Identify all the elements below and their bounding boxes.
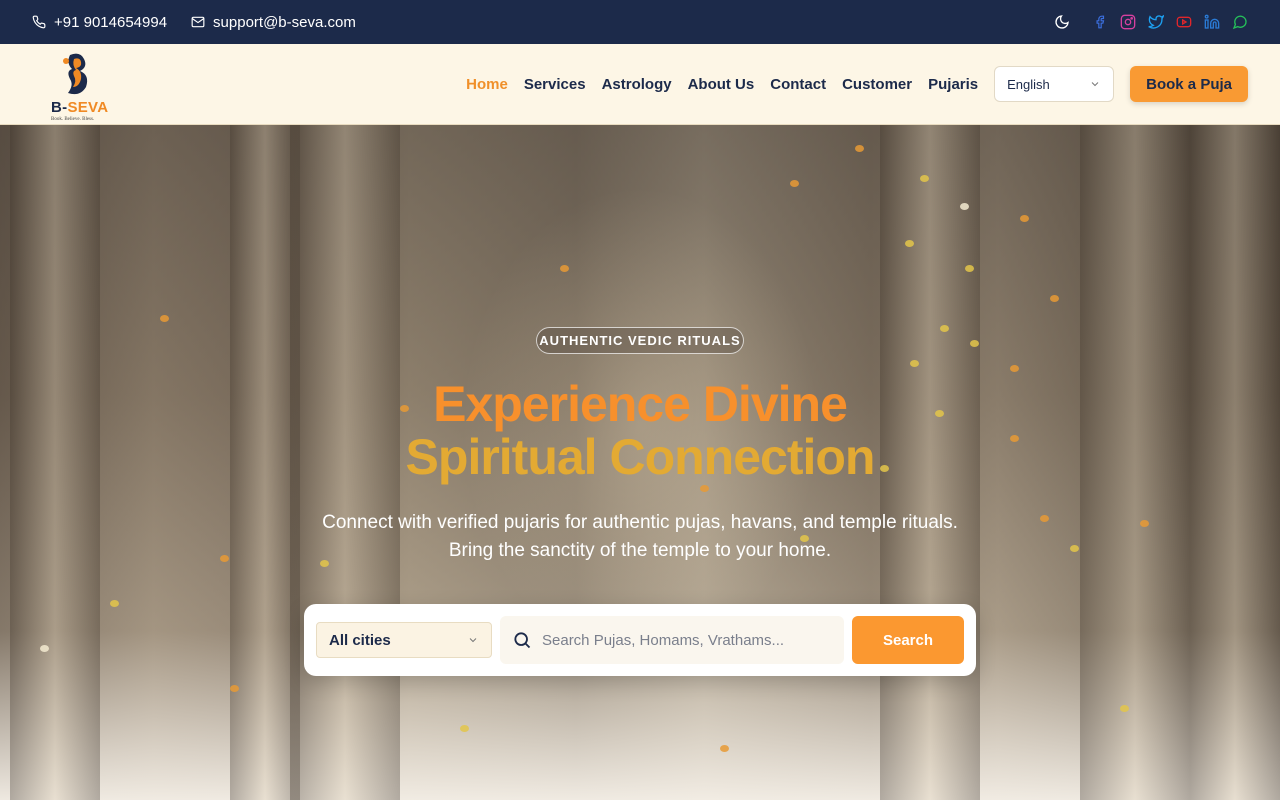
petal-decoration bbox=[1140, 520, 1149, 527]
city-value: All cities bbox=[329, 631, 391, 649]
search-icon bbox=[514, 632, 531, 649]
petal-decoration bbox=[790, 180, 799, 187]
nav-services[interactable]: Services bbox=[524, 76, 586, 93]
petal-decoration bbox=[1010, 365, 1019, 372]
petal-decoration bbox=[940, 325, 949, 332]
search-panel: All cities Search bbox=[304, 604, 976, 676]
petal-decoration bbox=[1020, 215, 1029, 222]
nav-home[interactable]: Home bbox=[466, 76, 508, 93]
email-address: support@b-seva.com bbox=[213, 13, 356, 31]
petal-decoration bbox=[910, 360, 919, 367]
hero-subtitle: Connect with verified pujaris for authen… bbox=[322, 512, 958, 561]
facebook-icon[interactable] bbox=[1092, 14, 1108, 30]
petal-decoration bbox=[220, 555, 229, 562]
petal-decoration bbox=[160, 315, 169, 322]
search-button[interactable]: Search bbox=[852, 616, 964, 664]
main-nav: Home Services Astrology About Us Contact… bbox=[450, 66, 1248, 102]
petal-decoration bbox=[970, 340, 979, 347]
search-field[interactable] bbox=[500, 616, 844, 664]
petal-decoration bbox=[460, 725, 469, 732]
phone-icon bbox=[32, 15, 46, 29]
language-value: English bbox=[1007, 76, 1050, 92]
nav-contact[interactable]: Contact bbox=[770, 76, 826, 93]
book-puja-button[interactable]: Book a Puja bbox=[1130, 66, 1248, 102]
brand-prefix: B- bbox=[51, 99, 68, 116]
petal-decoration bbox=[960, 203, 969, 210]
petal-decoration bbox=[855, 145, 864, 152]
nav-about-us[interactable]: About Us bbox=[688, 76, 755, 93]
petal-decoration bbox=[560, 265, 569, 272]
dark-mode-toggle-icon[interactable] bbox=[1054, 14, 1070, 30]
petal-decoration bbox=[40, 645, 49, 652]
nav-pujaris[interactable]: Pujaris bbox=[928, 76, 978, 93]
hero-title-line-1: Experience Divine bbox=[433, 376, 848, 432]
brand-name: B-SEVA bbox=[51, 99, 108, 116]
language-select[interactable]: English bbox=[994, 66, 1115, 102]
petal-decoration bbox=[720, 745, 729, 752]
nav-astrology[interactable]: Astrology bbox=[602, 76, 672, 93]
chevron-down-icon bbox=[469, 638, 477, 643]
brand-accent: SEVA bbox=[67, 99, 109, 116]
top-bar: +91 9014654994 support@b-seva.com bbox=[0, 0, 1280, 44]
brand-logo[interactable]: B-SEVA Book. Believe. Bless. bbox=[48, 45, 112, 123]
instagram-icon[interactable] bbox=[1120, 14, 1136, 30]
logo-mark-icon bbox=[63, 53, 88, 95]
mail-icon bbox=[191, 16, 205, 28]
petal-decoration bbox=[1050, 295, 1059, 302]
petal-decoration bbox=[905, 240, 914, 247]
email-contact[interactable]: support@b-seva.com bbox=[191, 14, 356, 31]
petal-decoration bbox=[700, 485, 709, 492]
petal-decoration bbox=[920, 175, 929, 182]
hero-section: AUTHENTIC VEDIC RITUALS Experience Divin… bbox=[0, 125, 1280, 800]
search-input[interactable] bbox=[542, 631, 832, 649]
youtube-icon[interactable] bbox=[1176, 14, 1192, 30]
city-select[interactable]: All cities bbox=[316, 622, 492, 658]
chevron-down-icon bbox=[1091, 82, 1099, 87]
petal-decoration bbox=[965, 265, 974, 272]
brand-tagline: Book. Believe. Bless. bbox=[51, 117, 95, 122]
twitter-icon[interactable] bbox=[1148, 14, 1164, 30]
social-links bbox=[1092, 14, 1248, 30]
petal-decoration bbox=[230, 685, 239, 692]
phone-contact[interactable]: +91 9014654994 bbox=[32, 14, 167, 31]
linkedin-icon[interactable] bbox=[1204, 14, 1220, 30]
petal-decoration bbox=[1040, 515, 1049, 522]
hero-badge: AUTHENTIC VEDIC RITUALS bbox=[536, 327, 744, 354]
petal-decoration bbox=[1070, 545, 1079, 552]
main-header: B-SEVA Book. Believe. Bless. Home Servic… bbox=[0, 44, 1280, 125]
phone-number: +91 9014654994 bbox=[54, 13, 168, 31]
nav-customer[interactable]: Customer bbox=[842, 76, 912, 93]
petal-decoration bbox=[1120, 705, 1129, 712]
petal-decoration bbox=[110, 600, 119, 607]
hero-title-line-2: Spiritual Connection bbox=[405, 429, 876, 485]
whatsapp-icon[interactable] bbox=[1232, 14, 1248, 30]
